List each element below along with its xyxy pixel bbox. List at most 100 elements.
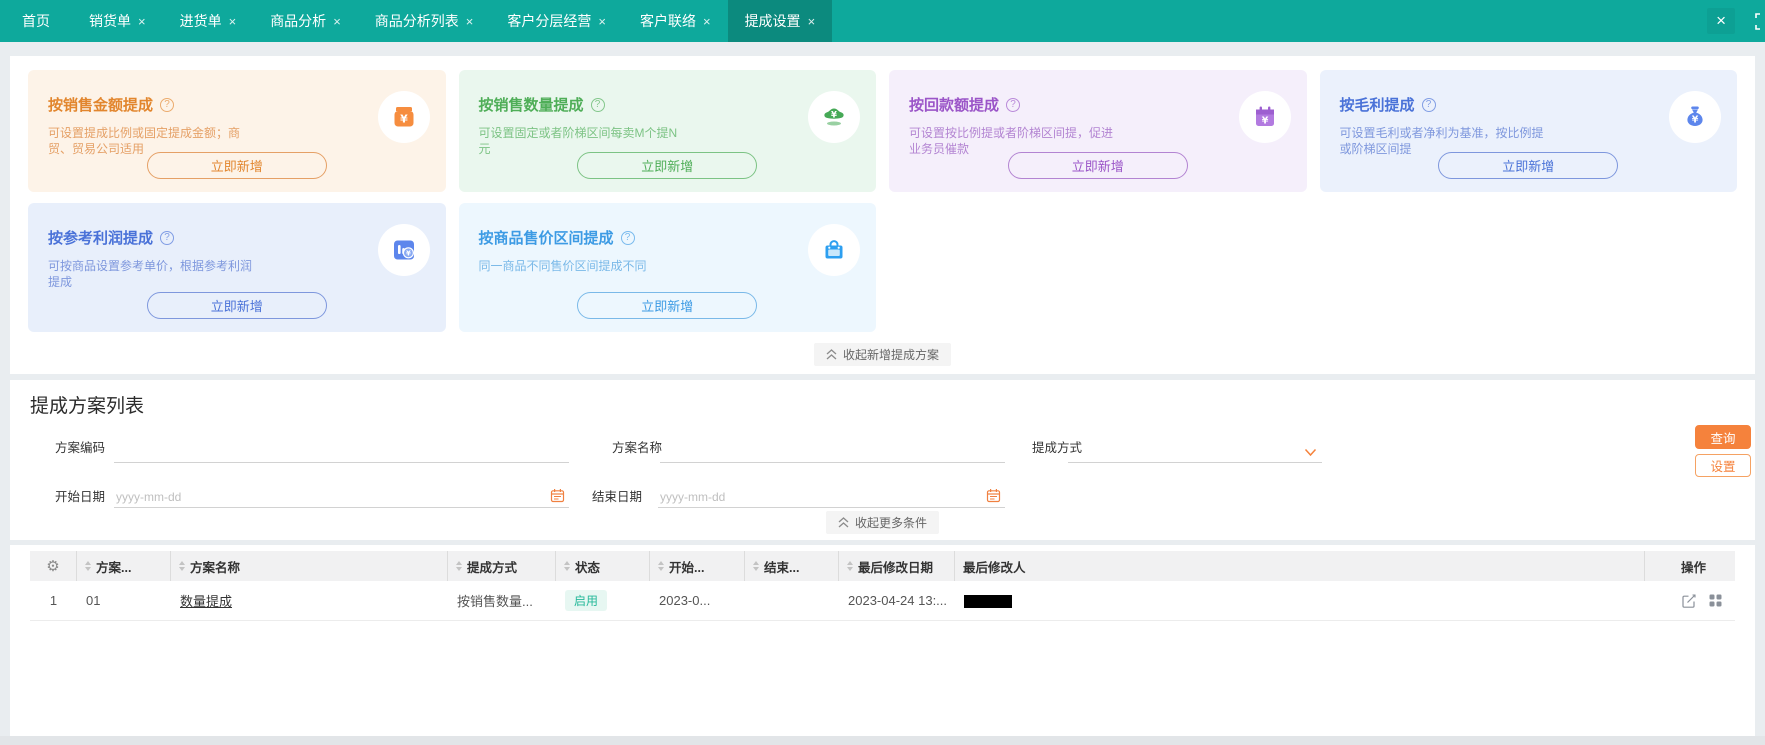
- sort-icon[interactable]: [847, 561, 853, 571]
- sort-icon[interactable]: [456, 561, 462, 571]
- tab-commission-settings[interactable]: 提成设置 ×: [727, 0, 833, 42]
- tab-label: 销货单: [89, 13, 131, 29]
- close-icon[interactable]: ×: [1707, 8, 1735, 34]
- help-icon[interactable]: ?: [590, 97, 605, 112]
- start-date-label: 开始日期: [55, 490, 106, 504]
- help-icon[interactable]: ?: [1421, 97, 1436, 112]
- column-status[interactable]: 状态: [556, 551, 650, 581]
- help-icon[interactable]: ?: [1006, 97, 1021, 112]
- card-sales-quantity-commission: 按销售数量提成 ? 可设置固定或者阶梯区间每卖M个提N元 ¥ 立即新增: [458, 70, 876, 192]
- tab-purchase-order[interactable]: 进货单 ×: [163, 0, 254, 42]
- calendar-icon[interactable]: [986, 488, 1001, 506]
- add-now-button[interactable]: 立即新增: [1438, 152, 1619, 179]
- card-title: 按销售数量提成: [478, 97, 584, 114]
- column-modified-by[interactable]: 最后修改人: [955, 551, 1645, 581]
- scheme-name-label: 方案名称: [612, 441, 663, 455]
- chevron-double-up-icon: [838, 517, 849, 528]
- calendar-yuan-icon: ¥: [1238, 91, 1291, 143]
- tab-label: 商品分析列表: [374, 13, 459, 29]
- add-now-button[interactable]: 立即新增: [146, 152, 327, 179]
- query-button[interactable]: 查询: [1695, 425, 1751, 449]
- card-title: 按参考利润提成: [48, 230, 154, 247]
- tab-close-icon[interactable]: ×: [229, 15, 237, 28]
- scheme-table-section: ⚙ 方案... 方案名称 提成方式 状态 开始... 结束... 最后修改日期 …: [10, 545, 1755, 740]
- card-description: 可按商品设置参考单价，根据参考利润提成: [48, 259, 253, 289]
- main-content: 按销售金额提成 ? 可设置提成比例或固定提成金额；商贸、贸易公司适用 ¥ 立即新…: [0, 42, 1765, 740]
- svg-text:¥: ¥: [1692, 115, 1699, 126]
- column-commission-method[interactable]: 提成方式: [448, 551, 556, 581]
- tab-label: 提成设置: [744, 13, 801, 29]
- tab-customer-segmentation[interactable]: 客户分层经营 ×: [490, 0, 623, 42]
- commission-list-section: 提成方案列表 方案编码 方案名称 提成方式 查询 设置 开始日期 结束日期: [10, 380, 1755, 540]
- sort-icon[interactable]: [564, 561, 570, 571]
- fullscreen-icon[interactable]: [1755, 12, 1765, 30]
- tab-close-icon[interactable]: ×: [808, 15, 816, 28]
- add-now-button[interactable]: 立即新增: [577, 292, 758, 319]
- open-tabs: 首页 销货单 × 进货单 × 商品分析 × 商品分析列表 × 客户分层经营 × …: [0, 0, 833, 42]
- row-actions: [1645, 593, 1735, 609]
- settings-button[interactable]: 设置: [1695, 454, 1751, 477]
- tab-label: 进货单: [179, 13, 222, 29]
- tab-close-icon[interactable]: ×: [703, 15, 711, 28]
- card-title: 按销售金额提成: [48, 97, 154, 114]
- tab-close-icon[interactable]: ×: [333, 15, 341, 28]
- column-start-date[interactable]: 开始...: [650, 551, 745, 581]
- nav-actions: ×: [1707, 0, 1765, 42]
- column-end-date[interactable]: 结束...: [745, 551, 839, 581]
- svg-text:¥: ¥: [400, 113, 408, 126]
- chevron-down-icon[interactable]: [1304, 445, 1317, 460]
- column-scheme-name[interactable]: 方案名称: [171, 551, 448, 581]
- add-now-button[interactable]: 立即新增: [1007, 152, 1188, 179]
- end-date-input[interactable]: [658, 486, 1005, 508]
- tab-close-icon[interactable]: ×: [466, 15, 474, 28]
- card-title: 按回款额提成: [909, 97, 1000, 114]
- edit-icon[interactable]: [1681, 593, 1697, 609]
- column-actions: 操作: [1681, 560, 1707, 575]
- gold-ingot-icon: ¥: [808, 91, 860, 143]
- apps-grid-icon[interactable]: [1708, 593, 1723, 608]
- sort-icon[interactable]: [753, 561, 759, 571]
- sort-icon[interactable]: [658, 561, 664, 571]
- row-scheme-code: 01: [86, 593, 101, 608]
- add-now-button[interactable]: 立即新增: [577, 152, 758, 179]
- commission-cards-section: 按销售金额提成 ? 可设置提成比例或固定提成金额；商贸、贸易公司适用 ¥ 立即新…: [10, 56, 1755, 374]
- help-icon[interactable]: ?: [160, 97, 175, 112]
- tab-product-analysis[interactable]: 商品分析 ×: [253, 0, 358, 42]
- tab-sales-order[interactable]: 销货单 ×: [72, 0, 163, 42]
- tab-close-icon[interactable]: ×: [598, 15, 606, 28]
- svg-text:¥: ¥: [831, 111, 837, 121]
- help-icon[interactable]: ?: [160, 230, 175, 245]
- svg-text:¥: ¥: [405, 249, 410, 257]
- card-gross-profit-commission: 按毛利提成 ? 可设置毛利或者净利为基准，按比例提或阶梯区间提 ¥ 立即新增: [1319, 70, 1737, 192]
- column-modified-date[interactable]: 最后修改日期: [839, 551, 955, 581]
- tab-home[interactable]: 首页: [0, 0, 72, 42]
- gear-icon[interactable]: ⚙: [46, 557, 59, 575]
- svg-text:¥: ¥: [1261, 116, 1268, 127]
- help-icon[interactable]: ?: [620, 230, 635, 245]
- tab-close-icon[interactable]: ×: [138, 15, 146, 28]
- sort-icon[interactable]: [85, 561, 91, 571]
- chevron-double-up-icon: [826, 349, 837, 360]
- row-modified-date: 2023-04-24 13:...: [848, 593, 948, 608]
- collapse-more-filters-button[interactable]: 收起更多条件: [825, 511, 939, 534]
- sort-icon[interactable]: [179, 561, 185, 571]
- money-pouch-icon: ¥: [377, 91, 430, 143]
- column-scheme-code[interactable]: 方案...: [77, 551, 171, 581]
- column-settings-header[interactable]: ⚙: [30, 551, 77, 581]
- scheme-code-label: 方案编码: [55, 441, 106, 455]
- scheme-name-link[interactable]: 数量提成: [180, 594, 232, 609]
- card-description: 同一商品不同售价区间提成不同: [478, 259, 647, 273]
- start-date-input[interactable]: [114, 486, 569, 508]
- add-now-button[interactable]: 立即新增: [146, 292, 327, 319]
- table-header: ⚙ 方案... 方案名称 提成方式 状态 开始... 结束... 最后修改日期 …: [30, 551, 1735, 581]
- horizontal-scrollbar[interactable]: [0, 736, 1765, 745]
- calendar-icon[interactable]: [550, 488, 565, 506]
- collapse-new-schemes-button[interactable]: 收起新增提成方案: [813, 343, 951, 366]
- status-badge: 启用: [565, 590, 608, 611]
- commission-method-select[interactable]: [1068, 440, 1322, 463]
- tab-customer-contact[interactable]: 客户联络 ×: [623, 0, 728, 42]
- scheme-name-input[interactable]: [660, 440, 1005, 463]
- row-commission-method: 按销售数量...: [457, 594, 533, 609]
- tab-product-analysis-list[interactable]: 商品分析列表 ×: [358, 0, 491, 42]
- scheme-code-input[interactable]: [114, 440, 569, 463]
